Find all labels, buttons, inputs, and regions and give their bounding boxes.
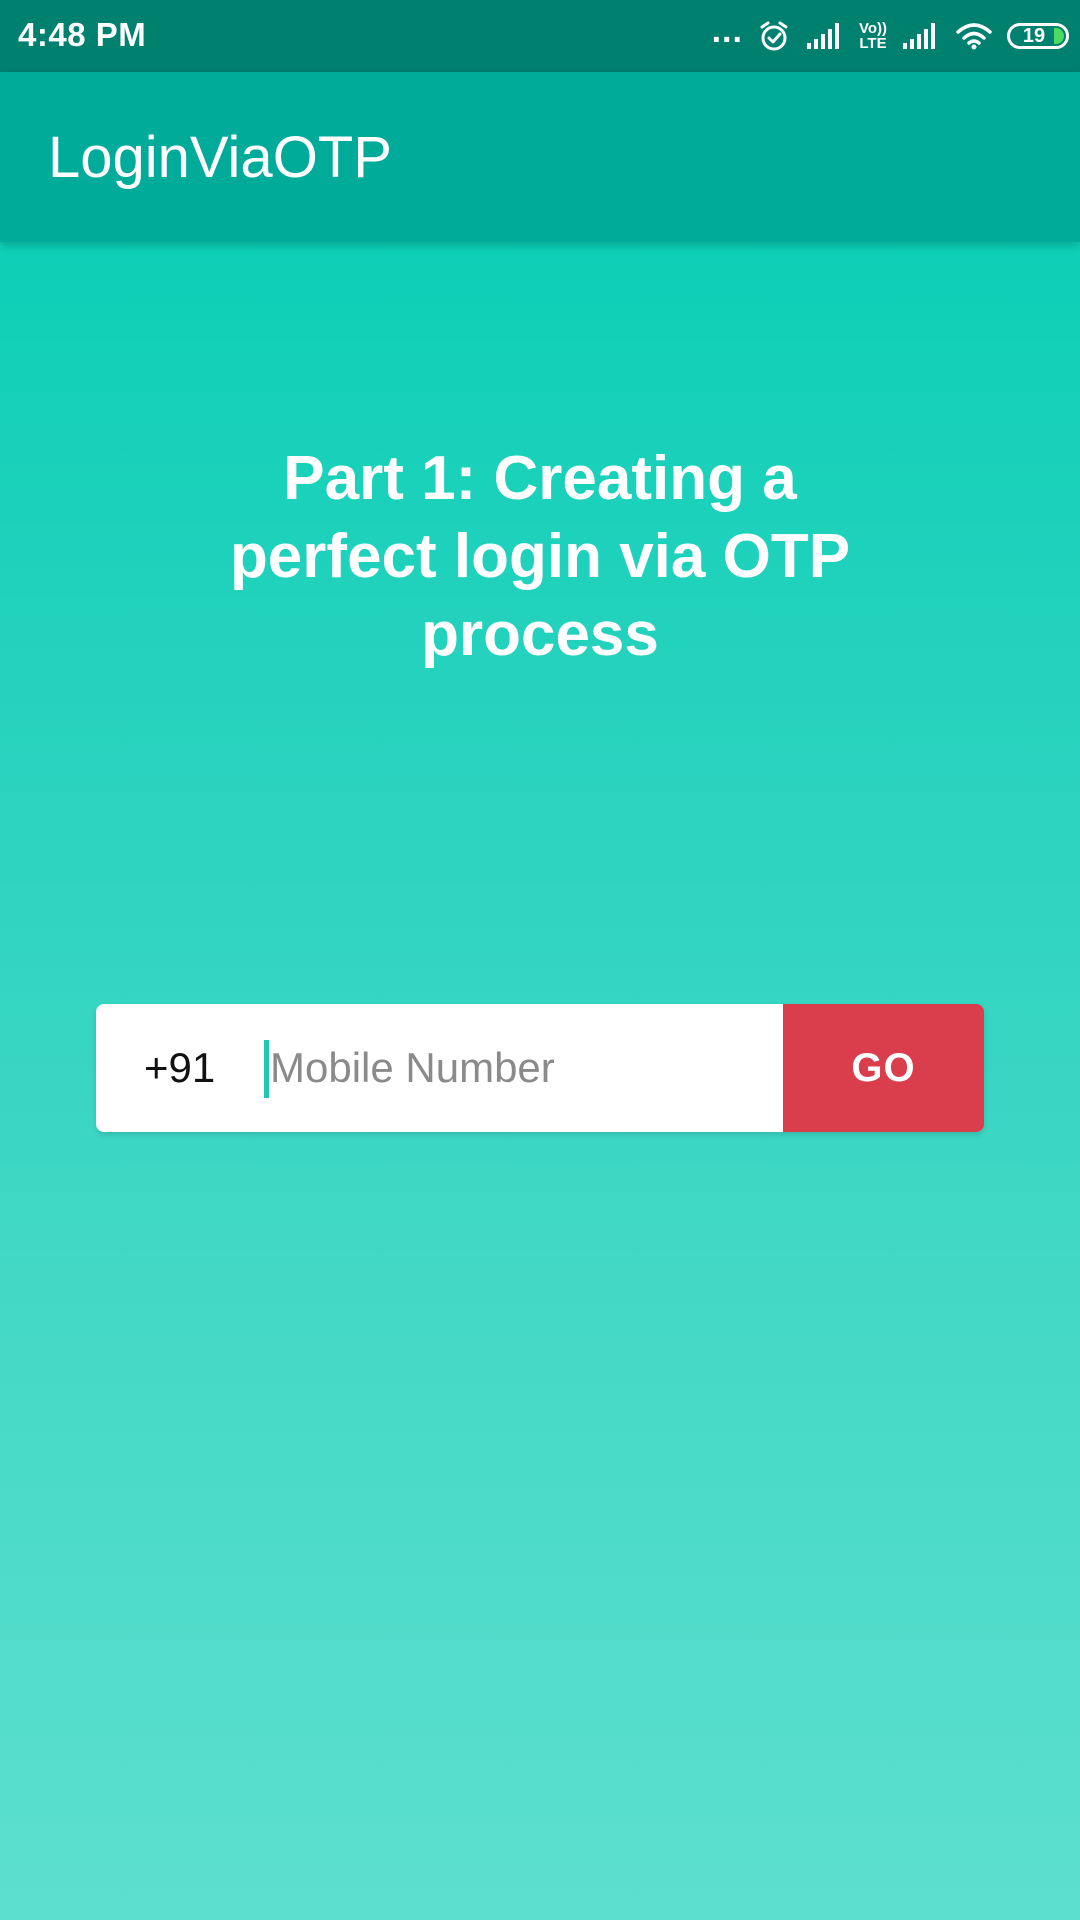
app-title: LoginViaOTP [48,125,392,190]
page-headline: Part 1: Creating a perfect login via OTP… [229,444,851,669]
app-screen: 4:48 PM ... Vo)) LTE 19 LoginViaOTP Part… [0,0,1080,1920]
battery-level: 19 [1022,24,1046,47]
signal-icon [805,21,845,51]
wifi-icon [955,21,993,51]
login-form: +91 GO [96,1004,984,1132]
status-bar: 4:48 PM ... Vo)) LTE 19 [0,0,1080,72]
status-icons: ... Vo)) LTE 19 [711,12,1069,58]
app-bar: LoginViaOTP [0,72,1080,242]
battery-fill [1054,28,1064,44]
volte-bottom-label: LTE [859,35,887,52]
status-time: 4:48 PM [18,16,147,53]
go-button[interactable]: GO [783,1004,984,1132]
country-code[interactable]: +91 [144,1044,215,1092]
volte-icon: Vo)) LTE [859,21,887,51]
volte-top-label: Vo)) [858,20,887,37]
alarm-icon [757,19,791,53]
battery-body: 19 [1007,23,1069,49]
phone-input-container[interactable]: +91 [96,1004,783,1132]
mobile-number-input[interactable] [264,1028,770,1108]
signal-icon [901,21,941,51]
more-notifications-icon: ... [711,12,743,50]
battery-icon: 19 [1007,23,1069,49]
